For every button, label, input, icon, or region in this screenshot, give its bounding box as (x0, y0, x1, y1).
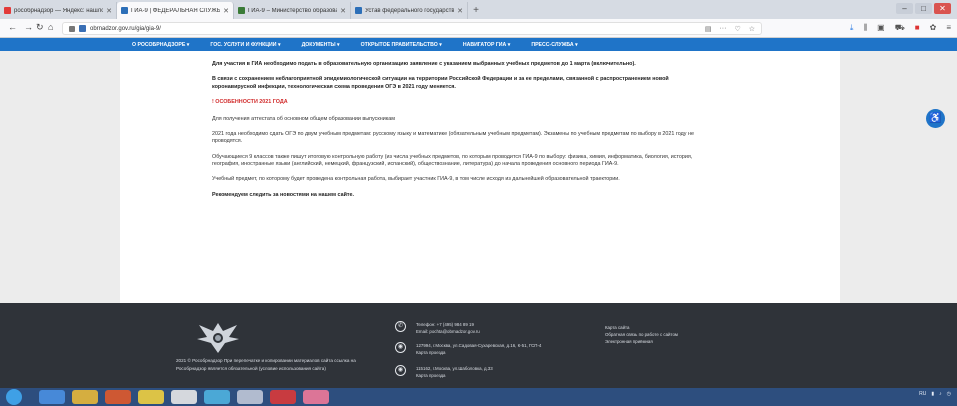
ie-browser-icon[interactable] (39, 390, 65, 404)
language-indicator[interactable]: RU (919, 391, 926, 397)
close-tab-icon[interactable]: ✕ (457, 7, 463, 15)
extension-icon[interactable]: ■ (915, 23, 920, 33)
paragraph-control-work: Обучающиеся 9 классов также пишут итогов… (212, 153, 693, 168)
paragraph-deadline: Для участия в ГИА необходимо подать в об… (212, 61, 636, 67)
contact-phone-block: ✆ Телефон: +7 (495) 984 89 19 Email: poc… (395, 321, 480, 335)
site-main-menu: О РОСОБРНАДЗОРЕ ▾ ГОС. УСЛУГИ И ФУНКЦИИ … (0, 38, 957, 51)
browser-tab-bar: рособрнадзор — Яндекс: нашлось ✕ ГИА-9 |… (0, 0, 957, 19)
bookmark-star-icon[interactable]: ☆ (749, 25, 755, 33)
network-icon[interactable]: ▮ (931, 391, 934, 397)
menu-item-about[interactable]: О РОСОБРНАДЗОРЕ ▾ (132, 42, 189, 48)
page-body: Для участия в ГИА необходимо подать в об… (0, 51, 957, 303)
copyright-text: 2021 © Рособрнадзор При перепечатке и ко… (176, 358, 356, 371)
paint-icon[interactable] (303, 390, 329, 404)
tab-title: Устав федерального государственного (365, 7, 455, 14)
reload-icon[interactable]: ↻ (36, 22, 44, 33)
tab-ministry[interactable]: ГИА-9 – Министерство образования ✕ (234, 2, 351, 19)
ministry-favicon-icon (238, 7, 245, 14)
window-controls: – □ ✕ (896, 3, 951, 14)
contact-address-2: ◉ 115162, г.Москва, ул.Шаболовка, д.33 К… (395, 365, 493, 379)
map-pin-icon: ◉ (395, 342, 406, 353)
app-icon[interactable] (138, 390, 164, 404)
app-icon[interactable] (204, 390, 230, 404)
tab-gia9[interactable]: ГИА-9 | ФЕДЕРАЛЬНАЯ СЛУЖБА ✕ (117, 2, 234, 19)
map-link[interactable]: Карта проезда (416, 349, 541, 356)
back-arrow-icon[interactable]: ← (8, 22, 17, 32)
paragraph-subject-choice: Учебный предмет, по которому будет прове… (212, 176, 620, 183)
reader-view-icon[interactable]: ▤ (705, 25, 712, 33)
accessibility-icon[interactable]: ♿ (926, 109, 945, 128)
menu-icon[interactable]: ≡ (946, 23, 951, 33)
os-taskbar: RU ▮ ♪ ◷ (0, 388, 957, 406)
contact-address-1: ◉ 127994, г.Москва, ул.Садовая-Сухаревск… (395, 342, 541, 356)
new-tab-button[interactable]: + (468, 2, 484, 19)
volume-icon[interactable]: ♪ (939, 391, 942, 397)
start-button[interactable] (6, 389, 22, 405)
site-favicon-icon (79, 25, 86, 32)
section-heading-2021: ! ОСОБЕННОСТИ 2021 ГОДА (212, 98, 288, 105)
toolbar-icons: ⤓ ⫼ ▣ ⛟ ■ ✿ ≡ (850, 23, 951, 33)
paragraph-required-exams: 2021 года необходимо сдать ОГЭ по двум у… (212, 130, 694, 145)
paragraph-epidemic: В связи с сохранением неблагоприятной эп… (212, 76, 669, 90)
paragraph-certificate: Для получения аттестата об основном обще… (212, 115, 395, 122)
app-icon[interactable] (171, 390, 197, 404)
map-pin-icon: ◉ (395, 365, 406, 376)
browser-nav-bar: ← → ↻ ⌂ obrnadzor.gov.ru/gia/gia-9/ ▤ ··… (0, 19, 957, 38)
url-text: obrnadzor.gov.ru/gia/gia-9/ (90, 25, 161, 32)
sitemap-link[interactable]: Карта сайта (605, 324, 678, 331)
e-reception-link[interactable]: Электронная приёмная (605, 338, 678, 345)
home-icon[interactable]: ⌂ (48, 22, 53, 32)
footer-links: Карта сайта Обратная связь по работе с с… (605, 324, 678, 345)
clock-icon[interactable]: ◷ (947, 391, 951, 397)
sidebar-icon[interactable]: ▣ (877, 23, 885, 33)
menu-item-open-government[interactable]: ОТКРЫТОЕ ПРАВИТЕЛЬСТВО ▾ (361, 42, 442, 48)
feedback-link[interactable]: Обратная связь по работе с сайтом (605, 331, 678, 338)
paragraph-follow-news: Рекомендуем следить за новостями на наше… (212, 191, 355, 198)
tab-title: ГИА-9 | ФЕДЕРАЛЬНАЯ СЛУЖБА (131, 7, 221, 14)
rosobrnadzor-emblem-icon (197, 323, 239, 353)
yandex-favicon-icon (4, 7, 11, 14)
phone-text: Телефон: +7 (495) 984 89 19 (416, 322, 474, 327)
menu-item-press[interactable]: ПРЕСС-СЛУЖБА ▾ (531, 42, 577, 48)
close-window-icon[interactable]: ✕ (934, 3, 951, 14)
downloads-icon[interactable]: ⤓ (850, 23, 854, 33)
address-bar[interactable]: obrnadzor.gov.ru/gia/gia-9/ ▤ ··· ♡ ☆ (62, 22, 762, 35)
maximize-icon[interactable]: □ (915, 3, 932, 14)
cart-icon[interactable]: ⛟ (895, 23, 905, 33)
menu-item-documents[interactable]: ДОКУМЕНТЫ ▾ (302, 42, 340, 48)
tab-title: ГИА-9 – Министерство образования (248, 7, 337, 14)
article-content: Для участия в ГИА необходимо подать в об… (212, 61, 702, 207)
email-link[interactable]: Email: pochta@obrnadzor.gov.ru (416, 328, 480, 335)
library-icon[interactable]: ⫼ (863, 23, 867, 33)
firefox-icon[interactable] (105, 390, 131, 404)
system-tray: RU ▮ ♪ ◷ (919, 391, 951, 397)
close-tab-icon[interactable]: ✕ (340, 7, 346, 15)
menu-item-services[interactable]: ГОС. УСЛУГИ И ФУНКЦИИ ▾ (210, 42, 280, 48)
file-explorer-icon[interactable] (72, 390, 98, 404)
document-favicon-icon (355, 7, 362, 14)
close-tab-icon[interactable]: ✕ (106, 7, 112, 15)
settings-extension-icon[interactable]: ✿ (930, 23, 937, 33)
app-icon[interactable] (237, 390, 263, 404)
address-text: 115162, г.Москва, ул.Шаболовка, д.33 (416, 366, 493, 371)
map-link[interactable]: Карта проезда (416, 372, 493, 379)
close-tab-icon[interactable]: ✕ (223, 7, 229, 15)
menu-item-gia-navigator[interactable]: НАВИГАТОР ГИА ▾ (463, 42, 511, 48)
minimize-icon[interactable]: – (896, 3, 913, 14)
tab-yandex[interactable]: рособрнадзор — Яндекс: нашлось ✕ (0, 2, 117, 19)
pdf-reader-icon[interactable] (270, 390, 296, 404)
site-footer: 2021 © Рособрнадзор При перепечатке и ко… (0, 303, 957, 388)
lock-icon (69, 25, 75, 32)
tab-title: рособрнадзор — Яндекс: нашлось (14, 7, 104, 14)
tab-charter[interactable]: Устав федерального государственного ✕ (351, 2, 468, 19)
more-actions-icon[interactable]: ··· (719, 25, 726, 33)
phone-icon: ✆ (395, 321, 406, 332)
forward-arrow-icon[interactable]: → (24, 22, 33, 32)
address-text: 127994, г.Москва, ул.Садовая-Сухаревская… (416, 343, 542, 348)
obrnadzor-favicon-icon (121, 7, 128, 14)
pocket-icon[interactable]: ♡ (734, 25, 740, 33)
